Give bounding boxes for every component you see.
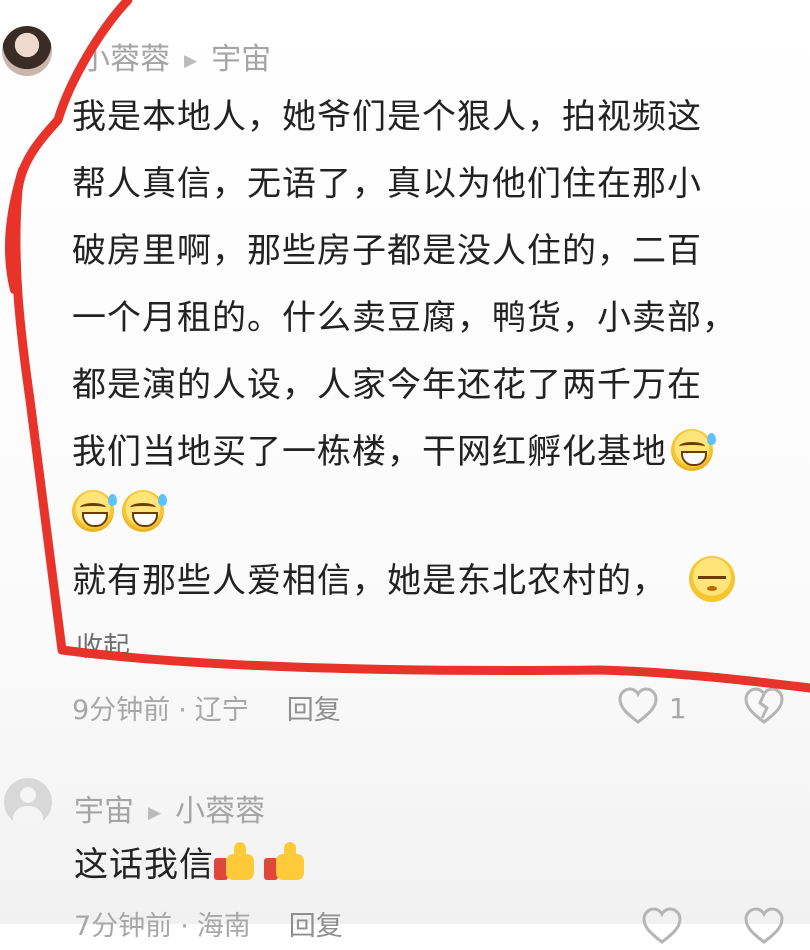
reply-to-username[interactable]: 宇宙 xyxy=(211,42,271,77)
like-count: 1 xyxy=(668,692,687,725)
reply-to-username[interactable]: 小蓉蓉 xyxy=(175,794,265,829)
timestamp: 9分钟前 xyxy=(72,695,171,726)
dislike-button[interactable] xyxy=(742,906,786,950)
like-button[interactable]: 1 xyxy=(616,686,687,726)
comment-body: 这话我信 xyxy=(74,832,804,899)
laugh-cry-emoji-icon xyxy=(671,429,716,471)
comment-last-line: 就有那些人爱相信，她是东北农村的， xyxy=(72,548,802,615)
reply-button[interactable]: 回复 xyxy=(289,911,343,942)
comment-line: 都是演的人设，人家今年还花了两千万在 xyxy=(72,365,702,405)
comment-line: 一个月租的。什么卖豆腐，鸭货，小卖部， xyxy=(72,298,737,338)
comment-line: 破房里啊，那些房子都是没人住的，二百 xyxy=(72,231,702,271)
meta-dot: · xyxy=(178,695,187,726)
comment-line-with-emoji: 我们当地买了一栋楼，干网红孵化基地 xyxy=(72,419,802,486)
reply-arrow-icon: ▶ xyxy=(148,803,162,823)
username[interactable]: 宇宙 xyxy=(74,794,134,829)
avatar[interactable] xyxy=(2,26,52,76)
comment-line: 我们当地买了一栋楼，干网红孵化基地 xyxy=(72,432,667,472)
comment-text: 这话我信 xyxy=(74,845,214,885)
thumbs-up-emoji-icon xyxy=(264,842,308,882)
collapse-button[interactable]: 收起 xyxy=(76,625,130,664)
comment-meta: 9分钟前 · 辽宁 回复 xyxy=(72,688,341,727)
like-button[interactable] xyxy=(640,906,684,950)
broken-heart-icon xyxy=(744,687,784,724)
comment-line: 我是本地人，她爷们是个狠人，拍视频这 xyxy=(72,97,702,137)
timestamp: 7分钟前 xyxy=(74,911,173,942)
comment-line: 就有那些人爱相信，她是东北农村的， xyxy=(72,561,667,601)
comment-header: 宇宙 ▶ 小蓉蓉 xyxy=(74,786,265,830)
dislike-button[interactable] xyxy=(742,686,786,730)
laugh-cry-emoji-icon xyxy=(72,490,117,532)
avatar[interactable] xyxy=(4,778,52,826)
reply-arrow-icon: ▶ xyxy=(184,51,198,71)
reply-button[interactable]: 回复 xyxy=(287,695,341,726)
laugh-cry-emoji-icon xyxy=(122,490,167,532)
comment-body: 我是本地人，她爷们是个狠人，拍视频这 帮人真信，无语了，真以为他们住在那小 破房… xyxy=(72,84,802,486)
meta-dot: · xyxy=(180,911,189,942)
thumbs-up-emoji-icon xyxy=(214,842,258,882)
location: 辽宁 xyxy=(194,695,249,726)
comment-header: 小蓉蓉 ▶ 宇宙 xyxy=(80,34,271,78)
username[interactable]: 小蓉蓉 xyxy=(80,42,170,77)
sleepy-emoji-icon xyxy=(689,556,735,602)
heart-icon xyxy=(618,687,658,724)
location: 海南 xyxy=(196,911,251,942)
emoji-row xyxy=(72,490,172,532)
comment-line: 帮人真信，无语了，真以为他们住在那小 xyxy=(72,164,702,204)
broken-heart-icon xyxy=(744,907,784,944)
heart-icon xyxy=(642,907,682,944)
